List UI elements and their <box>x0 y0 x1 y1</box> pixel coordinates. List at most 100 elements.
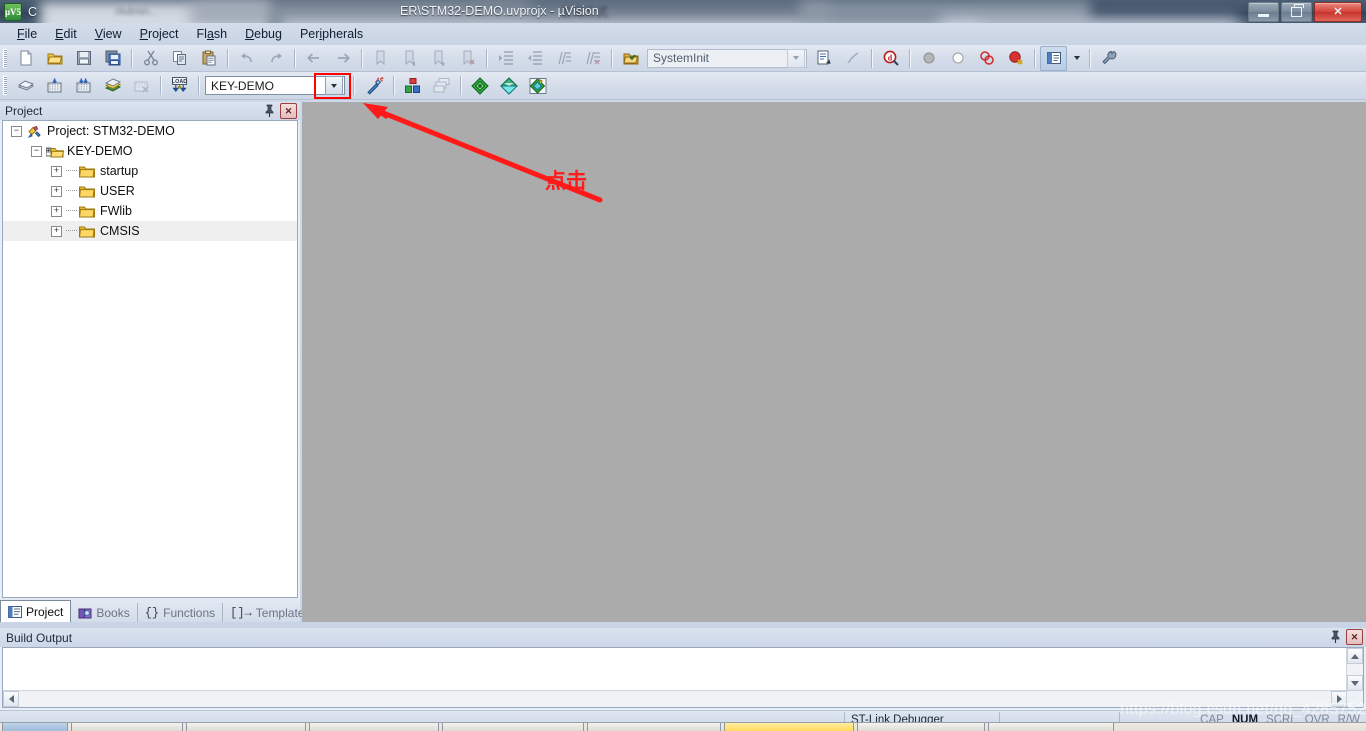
manage-project-items-icon[interactable] <box>399 73 426 98</box>
target-icon <box>45 145 65 158</box>
open-file-icon[interactable] <box>41 46 68 71</box>
close-icon[interactable]: ✕ <box>1346 629 1363 645</box>
undo-icon[interactable] <box>233 46 260 71</box>
expander-icon[interactable]: − <box>11 125 22 137</box>
minimize-button[interactable] <box>1248 2 1279 22</box>
taskbar-item[interactable] <box>309 723 439 731</box>
build-output-vscrollbar[interactable] <box>1346 648 1363 691</box>
bookmark-toggle-icon[interactable] <box>367 46 394 71</box>
toolbar-separator <box>1089 48 1090 68</box>
tree-item-group-startup[interactable]: + startup <box>3 161 297 181</box>
browse-file-icon[interactable] <box>617 46 644 71</box>
expander-icon[interactable]: + <box>51 165 62 177</box>
breakpoint-enable-icon[interactable] <box>944 46 971 71</box>
navigate-forward-icon[interactable] <box>329 46 356 71</box>
taskbar-item[interactable] <box>988 723 1114 731</box>
taskbar-item[interactable] <box>724 723 854 731</box>
project-tree[interactable]: − Project: STM32-DEMO − KEY-DEMO + start… <box>2 120 298 598</box>
project-panel-caption: Project ✕ <box>0 102 300 120</box>
taskbar-item[interactable] <box>442 723 584 731</box>
configure-toolbars-icon[interactable] <box>1095 46 1122 71</box>
expander-icon[interactable]: + <box>51 205 62 217</box>
breakpoint-disable-all-icon[interactable] <box>973 46 1000 71</box>
scroll-left-button[interactable] <box>3 691 19 707</box>
bookmark-next-icon[interactable] <box>425 46 452 71</box>
menu-edit[interactable]: Edit <box>46 25 86 43</box>
tree-item-project[interactable]: − Project: STM32-DEMO <box>3 121 297 141</box>
taskbar-item[interactable] <box>587 723 721 731</box>
scroll-right-button[interactable] <box>1331 691 1347 707</box>
copy-icon[interactable] <box>166 46 193 71</box>
stop-build-icon[interactable] <box>128 73 155 98</box>
menu-view[interactable]: View <box>86 25 131 43</box>
scroll-down-button[interactable] <box>1347 675 1363 691</box>
translate-icon[interactable] <box>12 73 39 98</box>
pin-icon[interactable] <box>263 104 276 119</box>
comment-icon[interactable] <box>550 46 577 71</box>
function-combo[interactable]: SystemInit <box>647 48 807 68</box>
project-window-icon[interactable] <box>1040 45 1067 71</box>
cut-icon[interactable] <box>137 46 164 71</box>
window-dropdown-icon[interactable] <box>1069 46 1084 71</box>
editor-area[interactable] <box>302 102 1366 622</box>
new-file-icon[interactable] <box>12 46 39 71</box>
navigate-back-icon[interactable] <box>300 46 327 71</box>
taskbar-item[interactable] <box>2 723 68 731</box>
build-output-body[interactable] <box>2 647 1364 708</box>
indent-icon[interactable] <box>492 46 519 71</box>
tab-functions[interactable]: {} Functions <box>138 603 224 622</box>
build-output-hscrollbar[interactable] <box>3 690 1347 707</box>
function-combo-arrow-icon[interactable] <box>787 48 805 68</box>
breakpoint-kill-all-icon[interactable] <box>1002 46 1029 71</box>
toolbar-grip[interactable] <box>3 48 7 68</box>
save-icon[interactable] <box>70 46 97 71</box>
tab-project[interactable]: Project <box>0 600 72 622</box>
download-icon[interactable]: LOAD <box>166 73 193 98</box>
tab-books[interactable]: Books <box>71 603 138 622</box>
start-debug-icon[interactable]: d <box>877 46 904 71</box>
scroll-up-button[interactable] <box>1347 648 1363 664</box>
pack-installer-icon[interactable] <box>524 73 551 98</box>
batch-build-icon[interactable] <box>99 73 126 98</box>
menu-file-rest: ile <box>24 27 38 41</box>
menu-project[interactable]: Project <box>131 25 188 43</box>
tree-item-group-fwlib[interactable]: + FWlib <box>3 201 297 221</box>
expander-icon[interactable]: − <box>31 145 42 157</box>
outdent-icon[interactable] <box>521 46 548 71</box>
multi-project-icon[interactable] <box>428 73 455 98</box>
folder-icon <box>78 165 95 178</box>
close-button[interactable]: ✕ <box>1314 2 1362 22</box>
pin-icon[interactable] <box>1329 630 1342 645</box>
taskbar-item[interactable] <box>186 723 306 731</box>
go-to-definition-icon[interactable] <box>810 46 837 71</box>
menu-file[interactable]: File <box>8 25 46 43</box>
taskbar-item[interactable] <box>71 723 183 731</box>
paste-icon[interactable] <box>195 46 222 71</box>
bookmark-prev-icon[interactable] <box>396 46 423 71</box>
menu-view-rest: iew <box>102 27 122 41</box>
menu-peripherals[interactable]: Peripherals <box>291 25 372 43</box>
build-icon[interactable] <box>41 73 68 98</box>
cyan-diamond-icon[interactable] <box>495 73 522 98</box>
rebuild-icon[interactable] <box>70 73 97 98</box>
toolbar-grip[interactable] <box>3 76 7 95</box>
tree-item-group-cmsis[interactable]: + CMSIS <box>3 221 297 241</box>
options-for-target-icon[interactable] <box>361 73 388 98</box>
uncomment-icon[interactable] <box>579 46 606 71</box>
expander-icon[interactable]: + <box>51 185 62 197</box>
menu-debug[interactable]: Debug <box>236 25 291 43</box>
breakpoint-disabled-icon[interactable] <box>915 46 942 71</box>
expander-icon[interactable]: + <box>51 225 62 237</box>
bookmark-clear-icon[interactable] <box>454 46 481 71</box>
redo-icon[interactable] <box>262 46 289 71</box>
menu-flash[interactable]: Flash <box>188 25 237 43</box>
close-icon[interactable]: ✕ <box>280 103 297 119</box>
tree-item-group-user[interactable]: + USER <box>3 181 297 201</box>
taskbar-item[interactable] <box>857 723 985 731</box>
restore-button[interactable] <box>1281 2 1312 22</box>
save-all-icon[interactable] <box>99 46 126 71</box>
find-in-files-icon[interactable] <box>839 46 866 71</box>
tree-item-target[interactable]: − KEY-DEMO <box>3 141 297 161</box>
project-icon <box>26 125 42 138</box>
green-diamond-icon[interactable] <box>466 73 493 98</box>
